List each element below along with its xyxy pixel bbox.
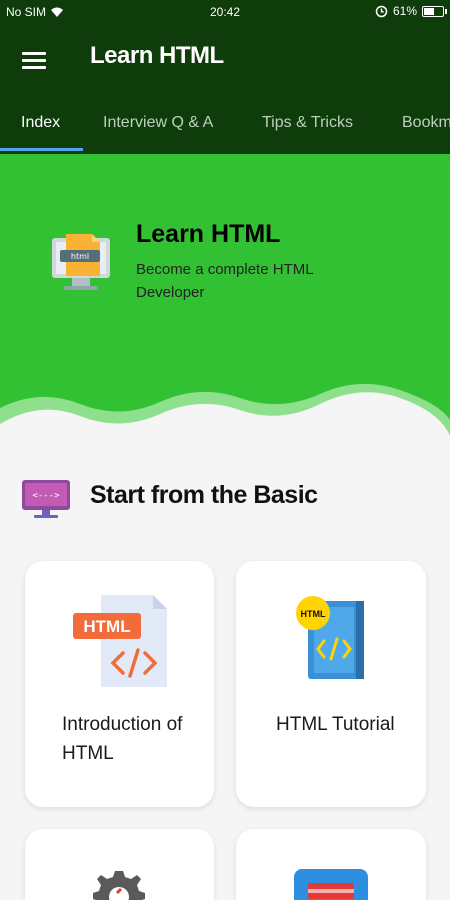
html-book-badge: HTML [301, 609, 326, 619]
html-book-icon: HTML [296, 596, 364, 679]
hero-wave [0, 383, 450, 454]
code-monitor-icon: <---> [22, 480, 70, 518]
card-settings[interactable] [25, 829, 214, 900]
app-title: Learn HTML [90, 42, 224, 69]
html-monitor-icon: html [52, 234, 110, 290]
html-monitor-icon-text: html [71, 252, 89, 261]
menu-icon[interactable] [22, 50, 48, 70]
card-label: HTML Tutorial [276, 714, 395, 735]
card-introduction[interactable]: HTML Introduction of HTML [25, 561, 214, 807]
html-file-badge: HTML [83, 617, 130, 636]
battery-percent: 61% [392, 4, 417, 18]
browser-window-icon [294, 869, 368, 900]
tab-tips[interactable]: Tips & Tricks [262, 107, 353, 154]
battery-icon [422, 5, 447, 17]
card-tutorial[interactable]: HTML HTML Tutorial [236, 561, 426, 807]
alarm-icon [375, 5, 388, 17]
hero-subtitle: Become a complete HTML Developer [136, 261, 314, 301]
tab-index[interactable]: Index [21, 107, 60, 154]
card-label: Introduction of HTML [62, 714, 183, 764]
section-title: Start from the Basic [90, 481, 318, 509]
tab-bar: Index Interview Q & A Tips & Tricks Book… [0, 107, 450, 154]
tab-indicator [0, 148, 83, 151]
tab-bookmarks[interactable]: Bookm [402, 107, 450, 154]
status-bar: No SIM 20:42 61% [0, 0, 450, 24]
html-file-icon: HTML [73, 595, 167, 687]
app-bar: Learn HTML Index Interview Q & A Tips & … [0, 24, 450, 154]
hero-banner: html Learn HTML Become a complete HTML D… [0, 154, 450, 454]
gear-icon [93, 871, 145, 900]
hero-title: Learn HTML [136, 220, 281, 248]
tab-interview[interactable]: Interview Q & A [103, 107, 213, 154]
card-browser[interactable] [236, 829, 426, 900]
code-monitor-icon-text: <---> [32, 491, 60, 501]
